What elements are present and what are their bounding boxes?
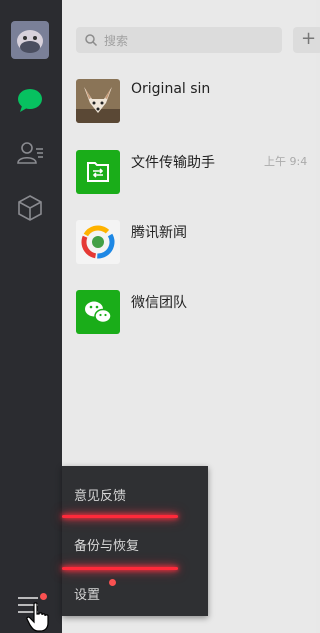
file-transfer-icon: [76, 150, 120, 194]
user-avatar[interactable]: [11, 21, 49, 59]
chat-name: 文件传输助手: [131, 155, 215, 171]
chat-time: 上午 9:4: [264, 155, 308, 168]
search-icon: [85, 34, 98, 47]
notification-dot: [40, 593, 47, 600]
menu-item-settings[interactable]: 设置: [74, 584, 100, 603]
menu-item-backup-restore[interactable]: 备份与恢复: [74, 535, 139, 554]
chat-item[interactable]: 腾讯新闻: [76, 220, 316, 266]
settings-menu: 意见反馈 备份与恢复 设置: [62, 466, 208, 616]
chat-item[interactable]: Original sin: [76, 79, 316, 125]
contacts-icon[interactable]: [15, 138, 45, 168]
plus-icon: +: [301, 28, 317, 49]
hand-cursor-icon: [26, 602, 49, 632]
chat-item[interactable]: 微信团队: [76, 290, 316, 336]
chat-name: 腾讯新闻: [131, 225, 187, 241]
chat-avatar: [76, 79, 120, 123]
tencent-news-icon: [76, 220, 120, 264]
notification-dot: [109, 579, 116, 586]
favorites-icon[interactable]: [15, 193, 45, 223]
chat-name: Original sin: [131, 81, 211, 97]
sidebar: [0, 0, 62, 633]
search-input[interactable]: 搜索: [76, 27, 282, 53]
add-button[interactable]: +: [293, 27, 320, 53]
chat-name: 微信团队: [131, 295, 187, 311]
wechat-team-icon: [76, 290, 120, 334]
avatar-image: [11, 21, 49, 59]
highlight-underline: [62, 515, 178, 518]
chat-item[interactable]: 文件传输助手 上午 9:4: [76, 150, 316, 196]
search-placeholder: 搜索: [104, 34, 129, 48]
chat-icon[interactable]: [15, 85, 45, 115]
menu-item-feedback[interactable]: 意见反馈: [74, 485, 126, 504]
highlight-underline: [62, 567, 178, 570]
